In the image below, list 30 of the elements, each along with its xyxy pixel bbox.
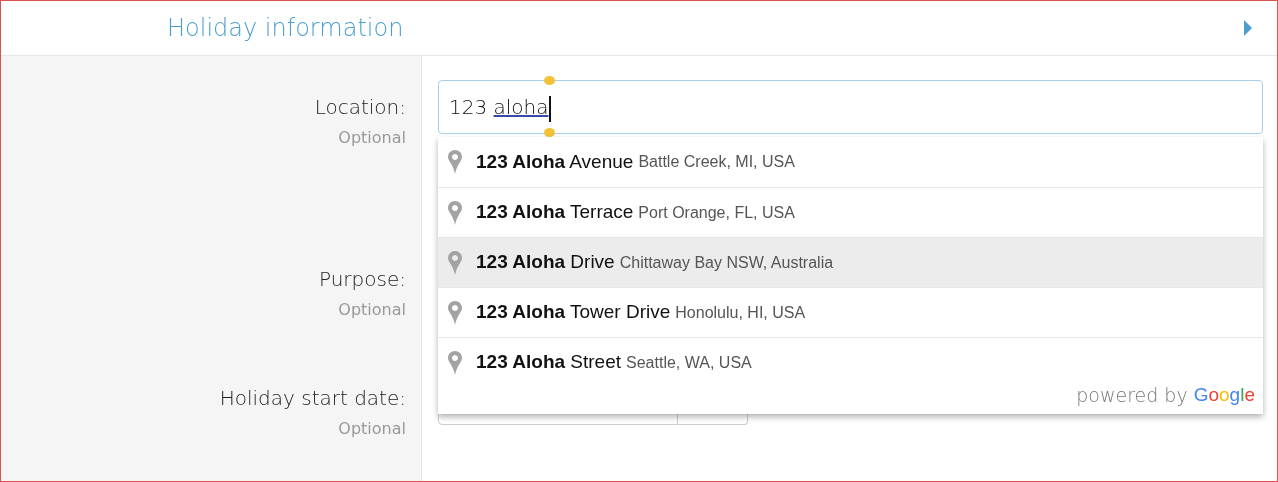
suggestion-address: 123 Aloha Tower Drive xyxy=(476,300,671,325)
map-pin-icon xyxy=(448,300,462,325)
optional-hint: Optional xyxy=(337,127,406,149)
expand-arrow-icon[interactable] xyxy=(1243,20,1253,36)
optional-hint: Optional xyxy=(337,299,406,321)
selection-handle[interactable] xyxy=(544,128,555,137)
map-pin-icon xyxy=(448,350,462,375)
suggestion-item[interactable]: 123 Aloha Avenue Battle Creek, MI, USA xyxy=(438,137,1263,187)
suggestion-address: 123 Aloha Terrace xyxy=(476,200,634,225)
field-label: Holiday start date: xyxy=(218,385,406,412)
text-cursor xyxy=(548,95,551,122)
map-pin-icon xyxy=(448,150,462,174)
map-pin-icon xyxy=(448,200,462,225)
suggestion-locality: Seattle, WA, USA xyxy=(626,352,752,373)
suggestion-address: 123 Aloha Avenue xyxy=(476,149,634,174)
suggestion-address: 123 Aloha Drive xyxy=(476,250,615,275)
suggestion-item[interactable]: 123 Aloha Drive Chittaway Bay NSW, Australia xyxy=(438,237,1263,287)
field-label: Purpose: xyxy=(318,266,406,293)
optional-hint: Optional xyxy=(337,418,406,440)
suggestion-locality: Port Orange, FL, USA xyxy=(638,202,795,223)
suggestion-locality: Chittaway Bay NSW, Australia xyxy=(619,252,834,273)
field-label: Location: xyxy=(313,94,406,121)
suggestion-locality: Honolulu, HI, USA xyxy=(675,302,806,323)
suggestion-locality: Battle Creek, MI, USA xyxy=(638,152,795,172)
suggestion-address: 123 Aloha Street xyxy=(476,350,622,375)
suggestion-item[interactable]: 123 Aloha Street Seattle, WA, USA xyxy=(438,337,1263,387)
map-pin-icon xyxy=(448,250,462,275)
suggestion-item[interactable]: 123 Aloha Tower Drive Honolulu, HI, USA xyxy=(438,287,1263,337)
selection-handle[interactable] xyxy=(544,76,555,85)
section-title: Holiday information xyxy=(167,13,404,44)
